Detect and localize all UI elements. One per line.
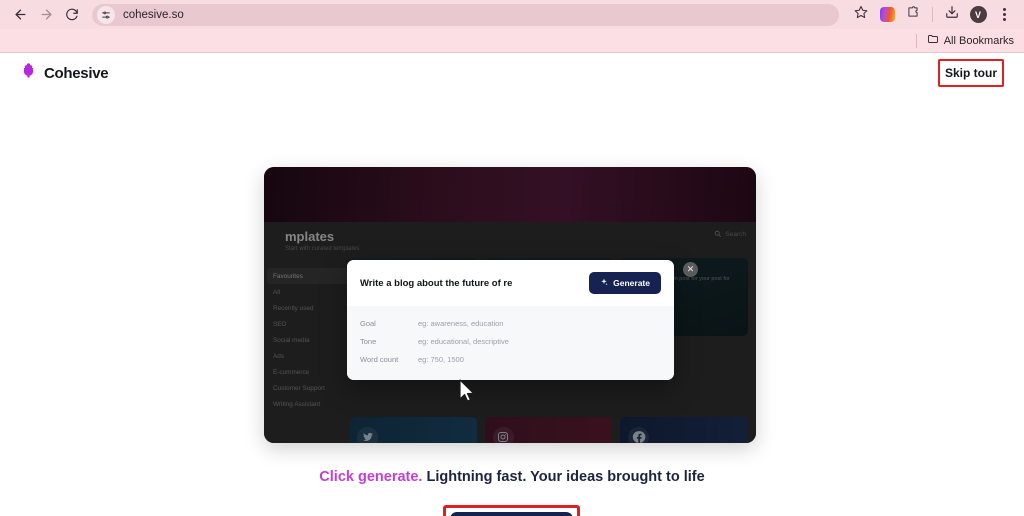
field-goal-label: Goal	[360, 318, 376, 328]
close-icon: ✕	[686, 264, 695, 274]
chrome-menu-icon	[1002, 8, 1006, 21]
continue-annotation: Continue ↵	[443, 505, 580, 516]
back-button[interactable]	[8, 3, 32, 27]
field-word-count[interactable]: Word count eg: 750, 1500	[360, 350, 661, 368]
downloads-button[interactable]	[940, 3, 964, 27]
toolbar-divider	[932, 7, 933, 22]
address-bar[interactable]: cohesive.so	[92, 3, 839, 26]
address-bar-url[interactable]: cohesive.so	[123, 9, 184, 21]
bookmarks-divider	[915, 33, 917, 48]
forward-arrow-icon	[39, 7, 54, 22]
sparkle-icon	[600, 278, 608, 288]
preview-banner	[264, 167, 756, 222]
brand-name: Cohesive	[44, 64, 109, 82]
extensions-button[interactable]	[901, 3, 925, 27]
bookmark-star-button[interactable]	[849, 3, 873, 27]
reload-icon	[65, 8, 79, 22]
star-icon	[854, 5, 868, 24]
skip-tour-annotation: Skip tour	[937, 59, 1004, 87]
modal-header: Write a blog about the future of re Gene…	[347, 260, 674, 306]
field-tone-label: Tone	[360, 336, 377, 346]
site-header: Cohesive Skip tour	[0, 53, 1024, 93]
all-bookmarks-button[interactable]: All Bookmarks	[927, 33, 1014, 48]
field-goal[interactable]: Goal eg: awareness, education	[360, 314, 661, 332]
tour-caption-rest: Lightning fast. Your ideas brought to li…	[422, 469, 705, 485]
cohesive-logo-icon	[20, 62, 37, 84]
field-word-count-label: Word count	[360, 354, 399, 364]
skip-tour-button[interactable]: Skip tour	[945, 66, 997, 80]
prompt-input[interactable]: Write a blog about the future of re	[360, 278, 512, 289]
generate-button-label: Generate	[613, 278, 650, 288]
generate-button[interactable]: Generate	[589, 272, 661, 294]
modal-close-button[interactable]: ✕	[683, 262, 698, 277]
chrome-menu-button[interactable]	[992, 3, 1016, 27]
field-tone-input[interactable]: eg: educational, descriptive	[418, 337, 509, 346]
profile-avatar: V	[969, 6, 987, 23]
all-bookmarks-label: All Bookmarks	[943, 34, 1014, 47]
forward-button[interactable]	[34, 3, 58, 27]
reload-button[interactable]	[60, 3, 84, 27]
tour-caption: Click generate. Lightning fast. Your ide…	[0, 469, 1024, 485]
brand-logo[interactable]: Cohesive	[20, 62, 109, 84]
tour-caption-highlight: Click generate.	[319, 469, 423, 485]
extension-colorful-button[interactable]	[875, 3, 899, 27]
browser-toolbar: cohesive.so V	[0, 0, 1024, 29]
page-content: Cohesive Skip tour Favourites All Recent…	[0, 53, 1024, 516]
field-tone[interactable]: Tone eg: educational, descriptive	[360, 332, 661, 350]
bookmarks-bar: All Bookmarks	[0, 29, 1024, 53]
modal-fields: Goal eg: awareness, education Tone eg: e…	[347, 306, 674, 380]
folder-icon	[927, 33, 939, 48]
extensions-puzzle-icon	[906, 5, 920, 24]
extension-colorful-icon	[879, 7, 895, 22]
profile-button[interactable]: V	[966, 3, 990, 27]
back-arrow-icon	[13, 7, 28, 22]
tune-sliders-icon[interactable]	[97, 5, 115, 24]
continue-button[interactable]: Continue ↵	[450, 512, 573, 516]
generate-modal: Write a blog about the future of re Gene…	[347, 260, 674, 380]
downloads-icon	[945, 5, 959, 24]
browser-chrome: cohesive.so V All Bookmarks	[0, 0, 1024, 53]
field-word-count-input[interactable]: eg: 750, 1500	[418, 355, 464, 364]
field-goal-input[interactable]: eg: awareness, education	[418, 319, 503, 328]
